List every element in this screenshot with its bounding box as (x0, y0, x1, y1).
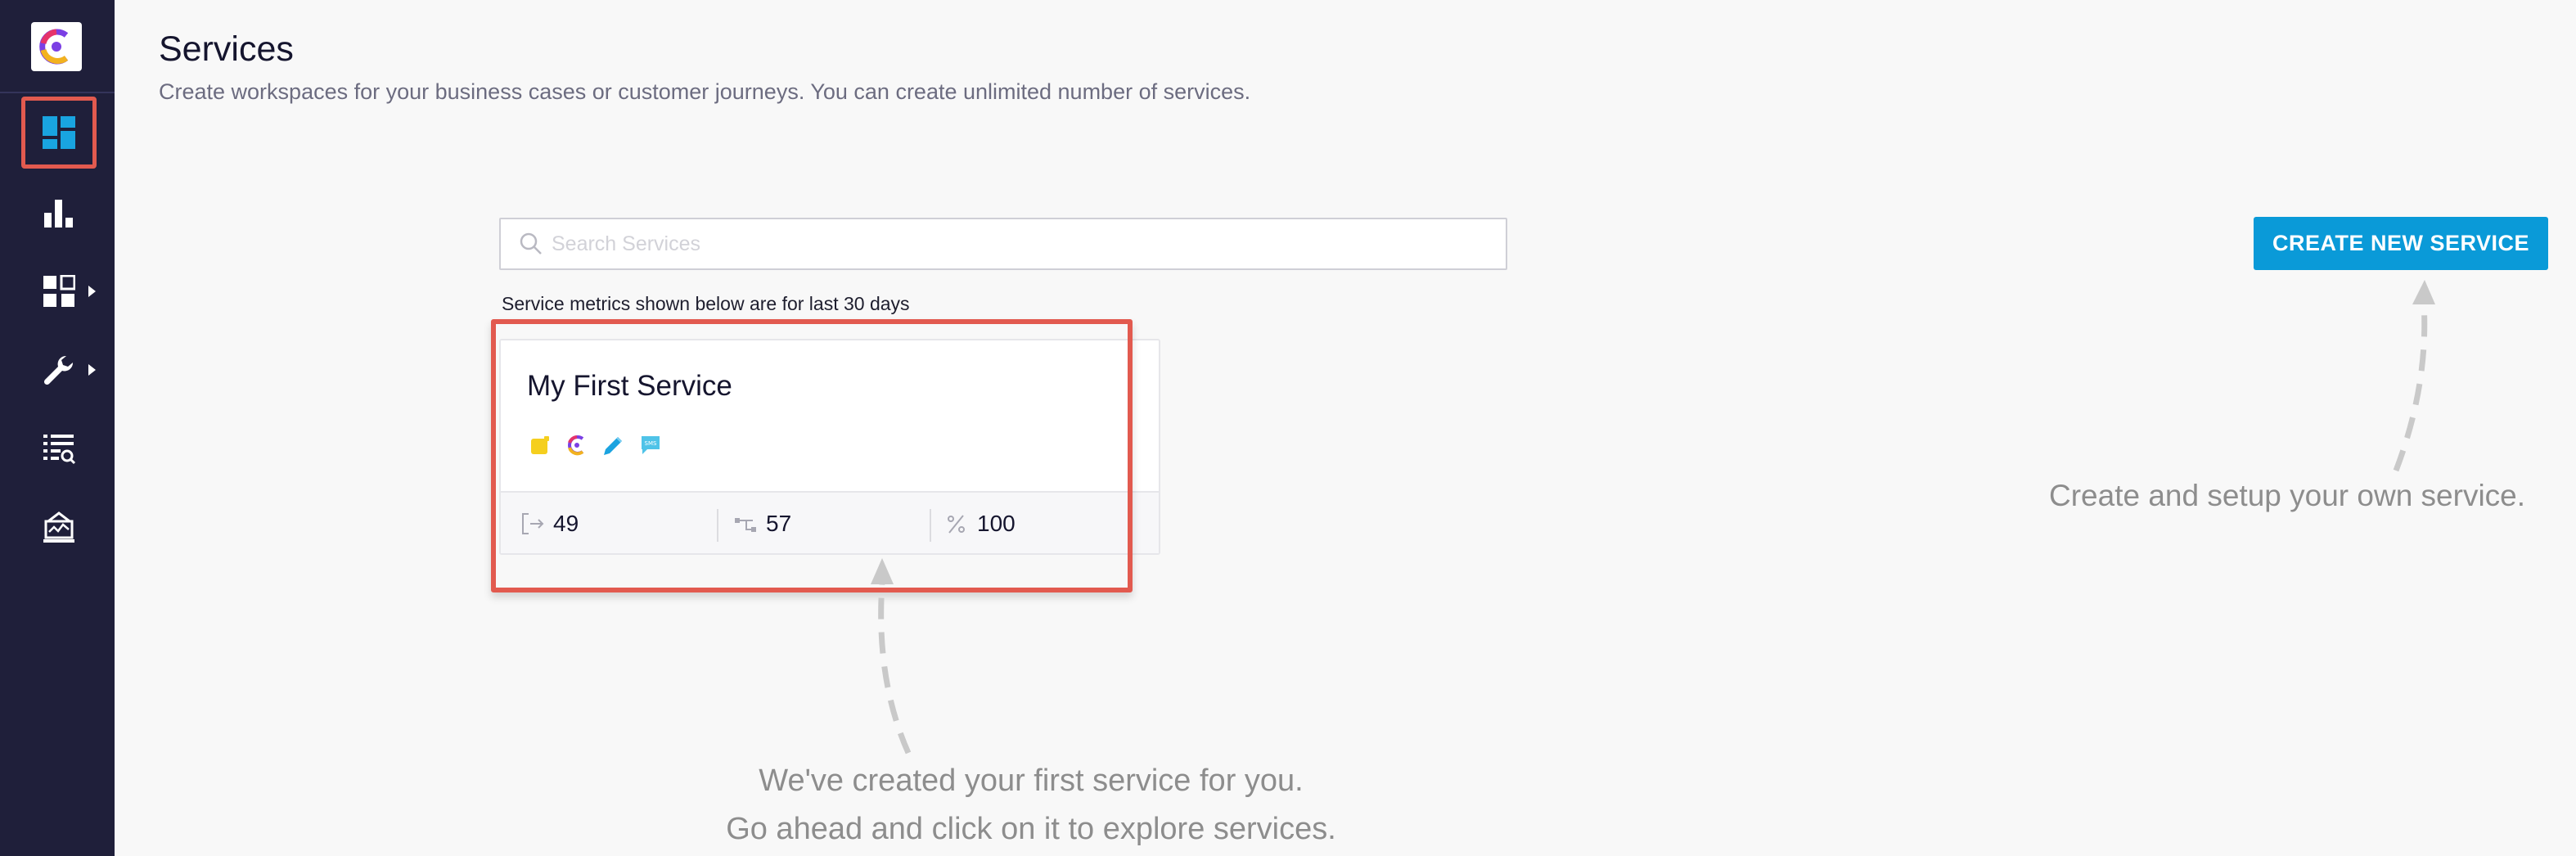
arrow-to-service-card (871, 558, 912, 755)
arrow-to-create-button (2393, 280, 2435, 472)
annotation-arrows (871, 280, 2435, 755)
hint-first-service: We've created your first service for you… (687, 757, 1375, 854)
hint-line-1: We've created your first service for you… (759, 764, 1304, 798)
hint-line-2: Go ahead and click on it to explore serv… (726, 812, 1336, 846)
hint-create-service: Create and setup your own service. (2049, 479, 2526, 512)
